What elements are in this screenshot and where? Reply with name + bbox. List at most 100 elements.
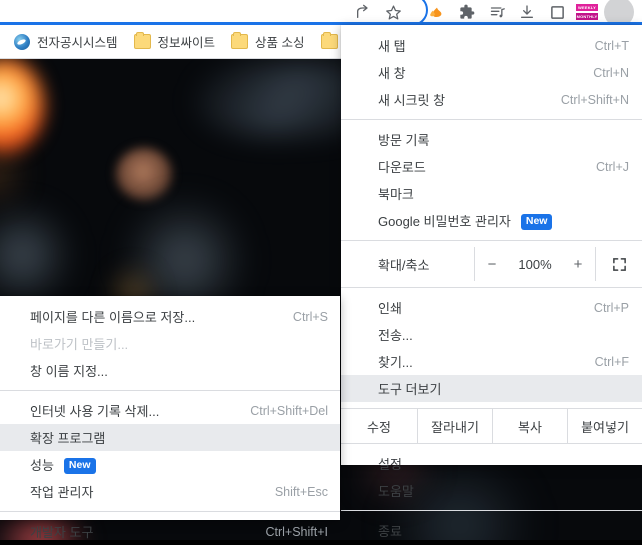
menu-item-shortcut: Ctrl+J — [596, 159, 629, 174]
menu-item-label: 도움말 — [378, 484, 414, 499]
omnibox-progress-arc — [408, 0, 428, 26]
submenu-item-save-page-as[interactable]: 페이지를 다른 이름으로 저장... Ctrl+S — [0, 303, 340, 330]
toolbar-icon-group: WEEKLY MONTHLY — [348, 0, 634, 27]
edit-label: 수정 — [341, 409, 418, 443]
menu-item-new-window[interactable]: 새 창 Ctrl+N — [341, 59, 642, 86]
menu-item-shortcut: Ctrl+N — [593, 65, 629, 80]
bokeh-light-blue-left — [0, 200, 70, 310]
menu-item-downloads[interactable]: 다운로드 Ctrl+J — [341, 153, 642, 180]
bookmark-label: 정보싸이트 — [157, 36, 216, 50]
menu-item-label: 다운로드 — [378, 160, 426, 175]
menu-item-label: 찾기... — [378, 355, 413, 370]
menu-item-more-tools[interactable]: 도구 더보기 — [341, 375, 642, 402]
menu-item-label: 전송... — [378, 328, 413, 343]
menu-item-label: 인쇄 — [378, 301, 402, 316]
menu-item-help[interactable]: 도움말 — [341, 477, 642, 504]
copy-button[interactable]: 복사 — [493, 409, 568, 443]
menu-item-label: 새 시크릿 창 — [378, 93, 446, 108]
menu-item-label: 확장 프로그램 — [30, 431, 106, 446]
menu-item-label: 새 창 — [378, 66, 406, 81]
menu-item-label: 방문 기록 — [378, 133, 430, 148]
menu-item-label: 인터넷 사용 기록 삭제... — [30, 404, 160, 419]
menu-item-shortcut: Ctrl+Shift+N — [560, 92, 629, 107]
menu-item-shortcut: Ctrl+F — [594, 354, 629, 369]
submenu-item-name-window[interactable]: 창 이름 지정... — [0, 357, 340, 384]
menu-item-new-tab[interactable]: 새 탭 Ctrl+T — [341, 32, 642, 59]
edit-row: 수정 잘라내기 복사 붙여넣기 — [341, 408, 642, 444]
menu-item-text: 성능 — [30, 457, 54, 473]
zoom-level-value: 100% — [518, 256, 552, 272]
menu-item-settings[interactable]: 설정 — [341, 450, 642, 477]
menu-separator — [341, 119, 642, 120]
bookmark-label: 상품 소싱 — [255, 36, 305, 50]
menu-item-history[interactable]: 방문 기록 — [341, 126, 642, 153]
menu-item-label: 성능 New — [30, 455, 328, 475]
media-playlist-icon[interactable] — [482, 0, 512, 24]
menu-item-shortcut: Ctrl+T — [594, 38, 629, 53]
paste-button[interactable]: 붙여넣기 — [568, 409, 642, 443]
cut-button[interactable]: 잘라내기 — [418, 409, 493, 443]
more-tools-submenu: 페이지를 다른 이름으로 저장... Ctrl+S 바로가기 만들기... 창 … — [0, 296, 340, 540]
zoom-controls: − 100% + — [474, 247, 595, 281]
extensions-puzzle-icon[interactable] — [452, 0, 482, 24]
menu-item-find[interactable]: 찾기... Ctrl+F — [341, 348, 642, 375]
zoom-in-button[interactable]: + — [561, 247, 595, 281]
menu-item-shortcut: Ctrl+S — [292, 309, 328, 324]
menu-separator — [0, 390, 340, 391]
submenu-item-create-shortcut[interactable]: 바로가기 만들기... — [0, 330, 340, 357]
menu-item-label: 페이지를 다른 이름으로 저장... — [30, 310, 196, 325]
menu-item-label: 개발자 도구 — [30, 525, 94, 540]
menu-item-print[interactable]: 인쇄 Ctrl+P — [341, 294, 642, 321]
weekly-monthly-extension-icon[interactable]: WEEKLY MONTHLY — [572, 0, 602, 24]
folder-icon — [231, 32, 249, 49]
submenu-item-performance[interactable]: 성능 New — [0, 451, 340, 478]
menu-item-shortcut: Shift+Esc — [274, 484, 328, 499]
browser-toolbar: WEEKLY MONTHLY — [0, 0, 642, 27]
menu-item-label: Google 비밀번호 관리자 New — [378, 211, 629, 231]
folder-icon — [320, 32, 338, 49]
share-icon[interactable] — [348, 0, 378, 24]
menu-item-label: 북마크 — [378, 187, 414, 202]
menu-separator — [341, 240, 642, 241]
zoom-out-button[interactable]: − — [475, 247, 509, 281]
submenu-item-extensions[interactable]: 확장 프로그램 — [0, 424, 340, 451]
menu-item-label: 창 이름 지정... — [30, 364, 108, 379]
menu-item-label: 새 탭 — [378, 39, 406, 54]
menu-item-cast[interactable]: 전송... — [341, 321, 642, 348]
submenu-item-developer-tools[interactable]: 개발자 도구 Ctrl+Shift+I — [0, 518, 340, 545]
menu-separator — [341, 510, 642, 511]
new-badge: New — [63, 458, 96, 475]
menu-item-label: 종료 — [378, 524, 402, 539]
zoom-label: 확대/축소 — [378, 257, 430, 273]
menu-item-password-manager[interactable]: Google 비밀번호 관리자 New — [341, 207, 642, 234]
menu-item-label: 도구 더보기 — [378, 382, 442, 397]
menu-separator — [341, 287, 642, 288]
weekly-badge-line2: MONTHLY — [576, 13, 598, 20]
fullscreen-icon[interactable] — [595, 247, 642, 281]
bokeh-light-orange — [0, 58, 44, 154]
side-panel-icon[interactable] — [542, 0, 572, 24]
bookmark-star-icon[interactable] — [378, 0, 408, 24]
submenu-item-task-manager[interactable]: 작업 관리자 Shift+Esc — [0, 478, 340, 505]
menu-item-shortcut: Ctrl+P — [593, 300, 629, 315]
folder-icon — [133, 32, 151, 49]
zoom-row: 확대/축소 − 100% + — [341, 247, 642, 281]
new-badge: New — [520, 214, 553, 231]
submenu-item-clear-browsing-data[interactable]: 인터넷 사용 기록 삭제... Ctrl+Shift+Del — [0, 397, 340, 424]
bookmark-item-0[interactable]: 전자공시시스템 — [6, 28, 126, 55]
weekly-badge-line1: WEEKLY — [576, 4, 598, 11]
bokeh-light-brown — [116, 148, 172, 200]
menu-item-shortcut: Ctrl+Shift+I — [265, 524, 328, 539]
downloads-icon[interactable] — [512, 0, 542, 24]
menu-item-label: 작업 관리자 — [30, 485, 94, 500]
bookmark-label: 전자공시시스템 — [37, 36, 118, 50]
bokeh-light-orange-small — [0, 150, 16, 196]
menu-item-new-incognito-window[interactable]: 새 시크릿 창 Ctrl+Shift+N — [341, 86, 642, 113]
bookmark-item-1[interactable]: 정보싸이트 — [126, 28, 224, 55]
bookmark-item-2[interactable]: 상품 소싱 — [223, 28, 312, 55]
menu-item-bookmarks[interactable]: 북마크 — [341, 180, 642, 207]
menu-item-shortcut: Ctrl+Shift+Del — [250, 403, 328, 418]
menu-separator — [0, 511, 340, 512]
menu-item-text: Google 비밀번호 관리자 — [378, 213, 511, 229]
chrome-main-menu: 새 탭 Ctrl+T 새 창 Ctrl+N 새 시크릿 창 Ctrl+Shift… — [341, 25, 642, 539]
